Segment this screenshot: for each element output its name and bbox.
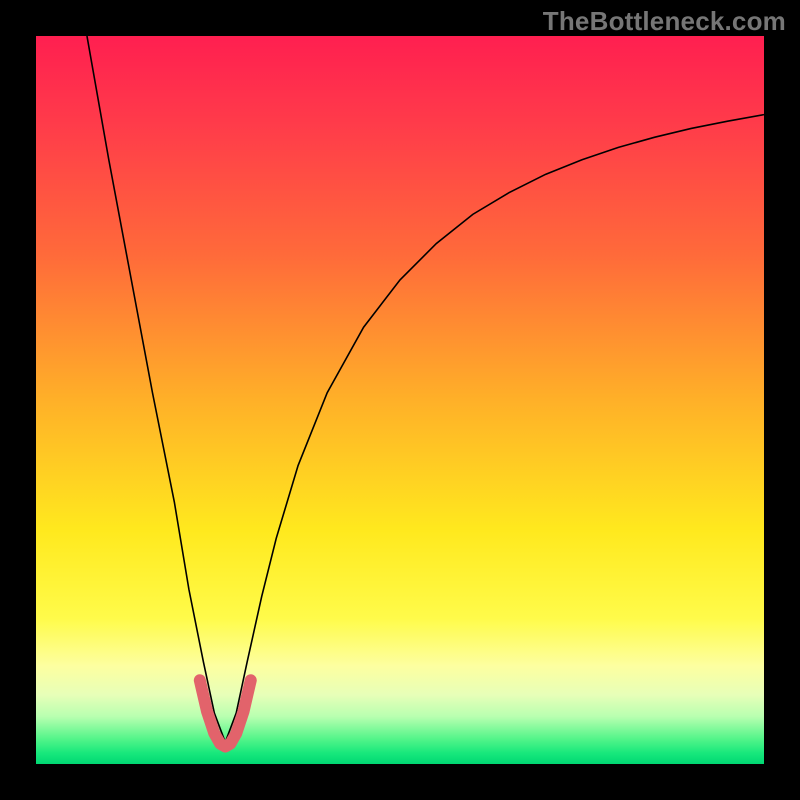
chart-svg	[36, 36, 764, 764]
plot-background	[36, 36, 764, 764]
watermark-text: TheBottleneck.com	[543, 6, 786, 37]
bottleneck-curve-plot	[36, 36, 764, 764]
chart-container: TheBottleneck.com	[0, 0, 800, 800]
